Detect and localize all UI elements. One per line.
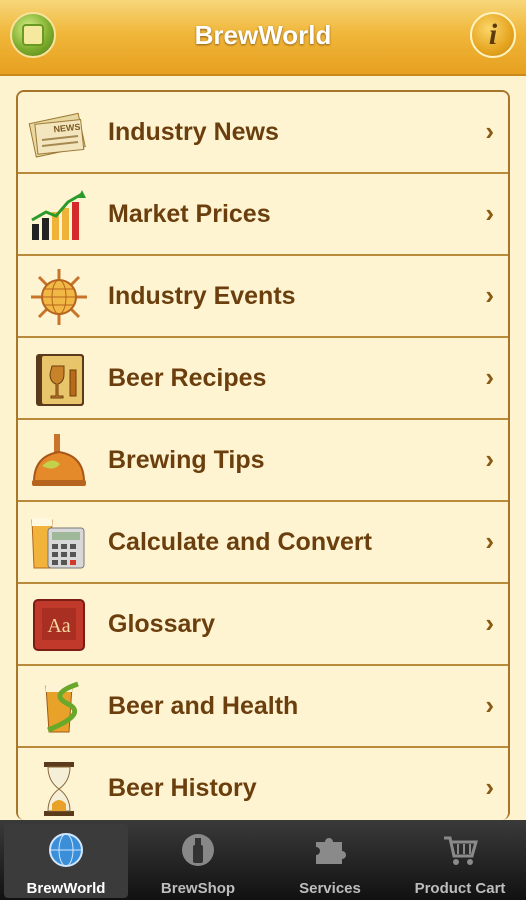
tab-brewshop[interactable]: BrewShop bbox=[136, 824, 260, 898]
cart-icon bbox=[444, 836, 478, 865]
chevron-right-icon: › bbox=[485, 116, 494, 146]
header-bar: BrewWorld i bbox=[0, 0, 526, 76]
calculator-icon bbox=[31, 518, 85, 569]
menu-item-label: Calculate and Convert bbox=[108, 528, 372, 556]
recipe-book-icon bbox=[36, 354, 84, 406]
beer-health-icon bbox=[45, 681, 79, 733]
menu-item-calculate-convert[interactable]: Calculate and Convert › bbox=[18, 502, 508, 584]
menu-item-glossary[interactable]: Aa Glossary › bbox=[18, 584, 508, 666]
chevron-right-icon: › bbox=[485, 526, 494, 556]
menu-item-beer-recipes[interactable]: Beer Recipes › bbox=[18, 338, 508, 420]
chevron-right-icon: › bbox=[485, 198, 494, 228]
menu-item-label: Beer and Health bbox=[108, 692, 299, 720]
puzzle-icon bbox=[316, 838, 346, 864]
page-title: BrewWorld bbox=[194, 20, 332, 50]
tab-brewworld[interactable]: BrewWorld bbox=[4, 824, 128, 898]
menu-item-label: Industry Events bbox=[108, 282, 296, 310]
menu-item-brewing-tips[interactable]: Brewing Tips › bbox=[18, 420, 508, 502]
menu-list: NEWS Industry News › Market Prices › Ind… bbox=[16, 90, 510, 820]
chevron-right-icon: › bbox=[485, 608, 494, 638]
menu-item-beer-history[interactable]: Beer History › bbox=[18, 748, 508, 820]
bottle-icon bbox=[182, 834, 214, 866]
chevron-right-icon: › bbox=[485, 772, 494, 802]
info-icon[interactable]: i bbox=[470, 12, 516, 58]
svg-text:Aa: Aa bbox=[47, 615, 70, 637]
brew-kettle-icon bbox=[32, 434, 86, 486]
globe-icon bbox=[49, 833, 83, 867]
chevron-right-icon: › bbox=[485, 280, 494, 310]
menu-item-label: Industry News bbox=[108, 118, 279, 146]
menu-item-beer-health[interactable]: Beer and Health › bbox=[18, 666, 508, 748]
menu-item-label: Market Prices bbox=[108, 200, 271, 228]
menu-item-label: Brewing Tips bbox=[108, 446, 265, 474]
tab-label: Services bbox=[299, 880, 361, 897]
tab-bar: BrewWorld BrewShop Services Product Cart bbox=[0, 820, 526, 900]
menu-item-industry-news[interactable]: NEWS Industry News › bbox=[18, 92, 508, 174]
menu-item-market-prices[interactable]: Market Prices › bbox=[18, 174, 508, 256]
tab-label: BrewShop bbox=[160, 880, 236, 897]
chevron-right-icon: › bbox=[485, 362, 494, 392]
menu-item-label: Glossary bbox=[108, 610, 216, 638]
menu-item-label: Beer History bbox=[108, 774, 257, 802]
dictionary-icon: Aa bbox=[33, 599, 85, 651]
chevron-right-icon: › bbox=[485, 690, 494, 720]
menu-item-industry-events[interactable]: Industry Events › bbox=[18, 256, 508, 338]
tab-services[interactable]: Services bbox=[268, 824, 392, 898]
globe-sun-icon bbox=[31, 269, 87, 325]
menu-item-label: Beer Recipes bbox=[108, 364, 267, 392]
tab-label: Product Cart bbox=[414, 880, 506, 897]
tab-label: BrewWorld bbox=[26, 880, 106, 897]
newspaper-icon: NEWS bbox=[28, 112, 86, 158]
tab-product-cart[interactable]: Product Cart bbox=[398, 824, 522, 898]
bar-chart-icon bbox=[31, 190, 86, 240]
hourglass-icon bbox=[44, 762, 74, 816]
chevron-right-icon: › bbox=[485, 444, 494, 474]
